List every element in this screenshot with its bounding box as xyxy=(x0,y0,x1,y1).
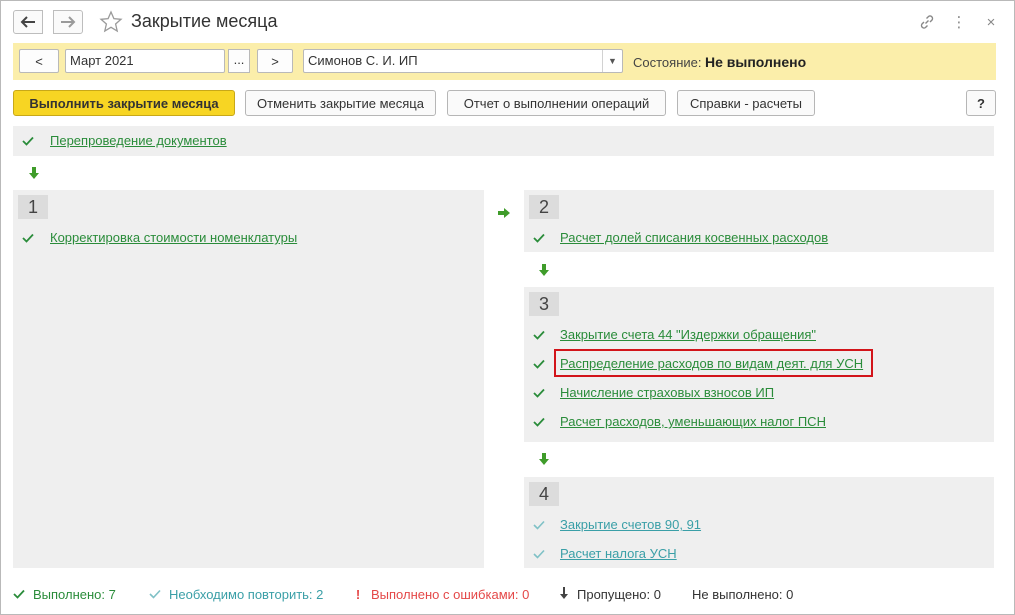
link-icon[interactable] xyxy=(916,12,938,32)
check-icon xyxy=(533,233,545,243)
arrow-left-icon xyxy=(20,16,35,28)
step-number: 3 xyxy=(529,292,559,316)
arrow-down-icon xyxy=(539,453,549,465)
check-icon xyxy=(533,520,545,530)
step-panel-2: 2 Расчет долей списания косвенных расход… xyxy=(524,190,994,252)
step-panel-4: 4 Закрытие счетов 90, 91 Расчет налога У… xyxy=(524,477,994,568)
state-value: Не выполнено xyxy=(705,54,807,70)
arrow-down-icon xyxy=(29,167,39,179)
pre-step-row: Перепроведение документов xyxy=(13,126,994,156)
close-icon[interactable]: × xyxy=(980,12,1002,32)
period-value: Март 2021 xyxy=(70,53,134,68)
check-icon xyxy=(533,388,545,398)
cancel-month-close-button[interactable]: Отменить закрытие месяца xyxy=(245,90,436,116)
operation-link[interactable]: Расчет долей списания косвенных расходов xyxy=(560,230,828,245)
operations-report-button[interactable]: Отчет о выполнении операций xyxy=(447,90,666,116)
status-done-label: Выполнено: xyxy=(33,587,106,602)
operation-link[interactable]: Корректировка стоимости номенклатуры xyxy=(50,230,297,245)
status-not-done-count: 0 xyxy=(786,587,794,602)
status-done: Выполнено: 7 xyxy=(13,587,116,602)
check-icon xyxy=(13,589,25,599)
period-picker-button[interactable]: ... xyxy=(228,49,250,73)
arrow-down-icon xyxy=(539,264,549,276)
operation-link[interactable]: Расчет расходов, уменьшающих налог ПСН xyxy=(560,414,826,429)
forward-button[interactable] xyxy=(53,10,83,34)
help-button[interactable]: ? xyxy=(966,90,996,116)
state-label: Состояние: xyxy=(633,55,702,70)
organization-value: Симонов С. И. ИП xyxy=(308,53,418,68)
status-repeat: Необходимо повторить: 2 xyxy=(149,587,323,602)
check-icon xyxy=(533,359,545,369)
dropdown-arrow-icon[interactable]: ▼ xyxy=(602,50,622,72)
check-icon xyxy=(533,417,545,427)
references-button[interactable]: Справки - расчеты xyxy=(677,90,815,116)
pre-step-link[interactable]: Перепроведение документов xyxy=(50,133,227,148)
step-number: 1 xyxy=(18,195,48,219)
status-repeat-count: 2 xyxy=(316,587,324,602)
status-skipped: Пропущено: 0 xyxy=(559,587,661,602)
more-vertical-icon[interactable]: ⋮ xyxy=(948,12,970,32)
operation-link[interactable]: Закрытие счетов 90, 91 xyxy=(560,517,701,532)
page-title: Закрытие месяца xyxy=(131,11,278,31)
check-icon xyxy=(533,549,545,559)
step-panel-1: 1 Корректировка стоимости номенклатуры xyxy=(13,190,484,568)
status-done-count: 7 xyxy=(108,587,116,602)
arrow-right-icon xyxy=(61,16,76,28)
organization-field[interactable]: Симонов С. И. ИП ▼ xyxy=(303,49,623,73)
operation-link[interactable]: Закрытие счета 44 "Издержки обращения" xyxy=(560,327,816,342)
operation-link[interactable]: Начисление страховых взносов ИП xyxy=(560,385,774,400)
star-icon[interactable] xyxy=(99,10,123,34)
status-not-done: Не выполнено: 0 xyxy=(692,587,793,602)
prev-month-button[interactable]: < xyxy=(19,49,59,73)
back-button[interactable] xyxy=(13,10,43,34)
check-icon xyxy=(22,233,34,243)
period-field[interactable]: Март 2021 ... xyxy=(65,49,250,73)
action-toolbar: Выполнить закрытие месяца Отменить закры… xyxy=(13,90,996,116)
title-bar: Закрытие месяца ⋮ × xyxy=(13,10,1002,36)
status-errors-count: 0 xyxy=(522,587,530,602)
status-skipped-label: Пропущено: xyxy=(577,587,651,602)
step-number: 4 xyxy=(529,482,559,506)
arrow-down-icon xyxy=(560,587,568,599)
check-icon xyxy=(149,589,161,599)
check-icon xyxy=(22,136,34,146)
status-bar: Выполнено: 7 Необходимо повторить: 2 ! Вы… xyxy=(13,584,1002,604)
status-not-done-label: Не выполнено: xyxy=(692,587,783,602)
arrow-right-icon xyxy=(498,208,510,218)
status-errors-label: Выполнено с ошибками: xyxy=(371,587,519,602)
status-errors: ! Выполнено с ошибками: 0 xyxy=(351,587,530,602)
next-month-button[interactable]: > xyxy=(257,49,293,73)
status-repeat-label: Необходимо повторить: xyxy=(169,587,313,602)
filter-bar: < Март 2021 ... > Симонов С. И. ИП ▼ Сос… xyxy=(13,43,996,80)
status-skipped-count: 0 xyxy=(653,587,662,602)
check-icon xyxy=(533,330,545,340)
step-number: 2 xyxy=(529,195,559,219)
window: Закрытие месяца ⋮ × < Март 2021 ... > Си… xyxy=(0,0,1015,615)
exclamation-icon: ! xyxy=(355,587,361,602)
highlight-frame xyxy=(554,349,873,377)
operation-link[interactable]: Расчет налога УСН xyxy=(560,546,677,561)
run-month-close-button[interactable]: Выполнить закрытие месяца xyxy=(13,90,235,116)
